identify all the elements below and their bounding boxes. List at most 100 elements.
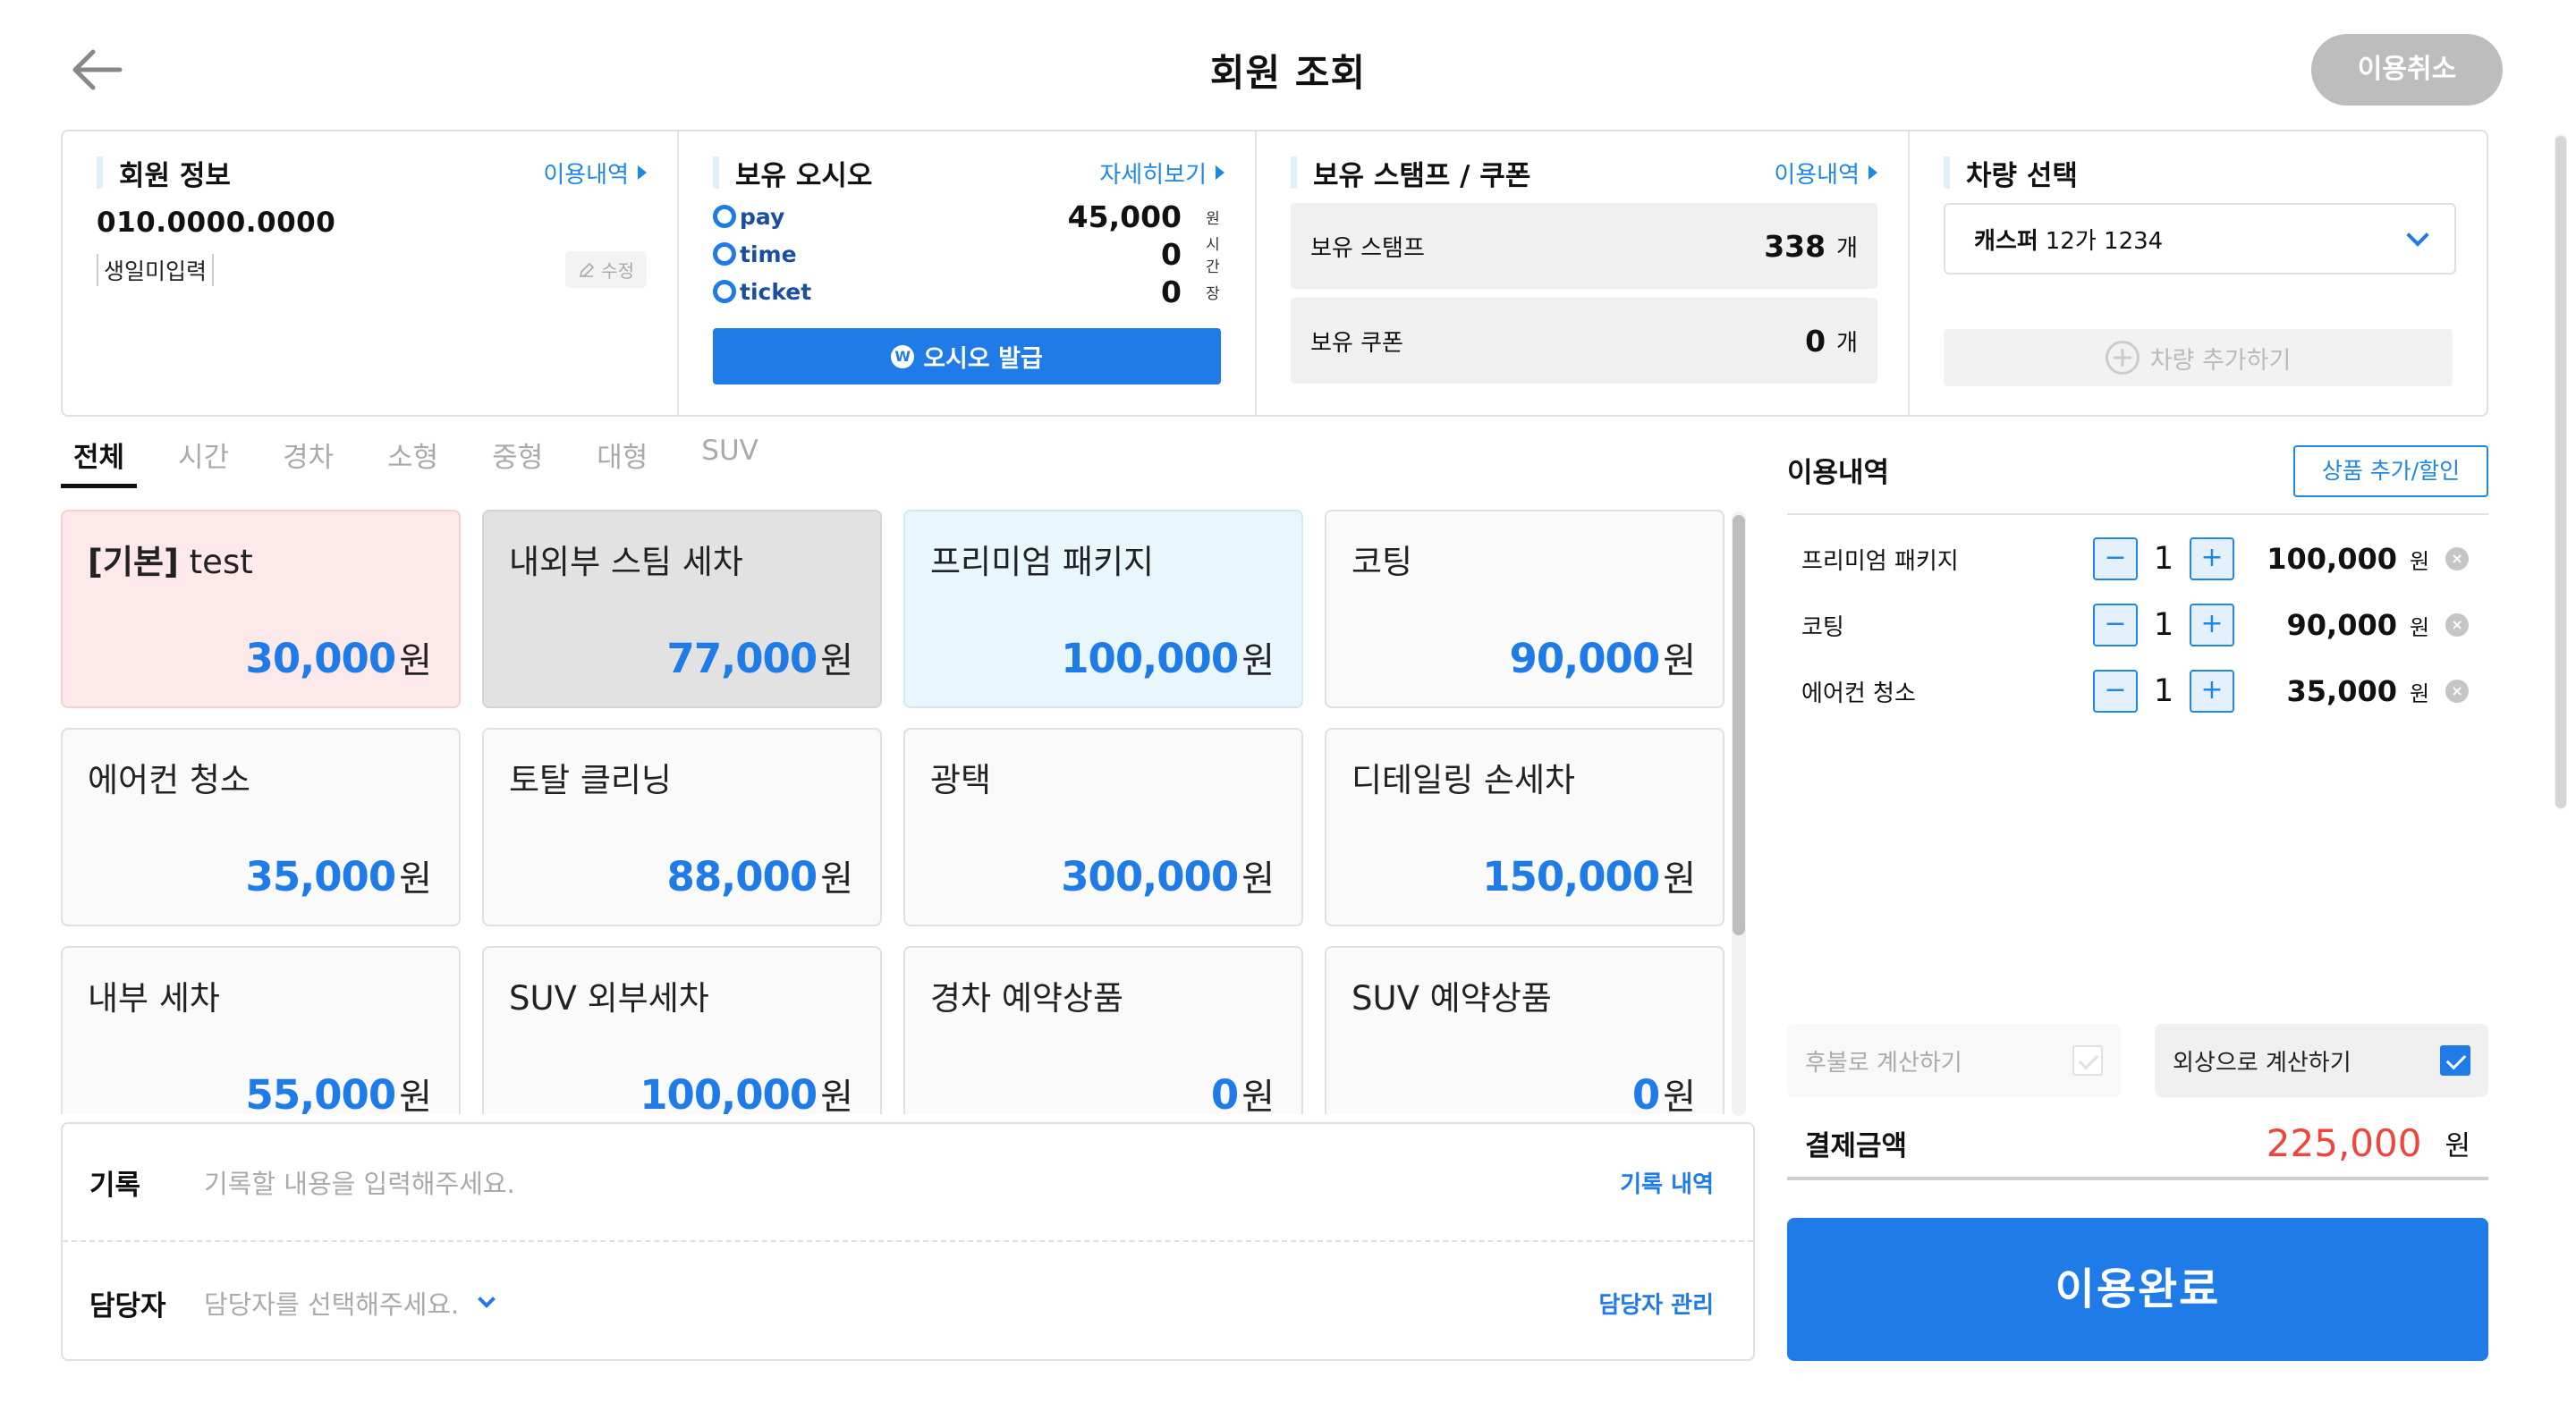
product-price-value: 88,000 xyxy=(666,853,818,900)
product-card[interactable]: SUV 외부세차 100,000 원 xyxy=(482,946,882,1114)
product-name-row: 내부 세차 xyxy=(88,971,434,1019)
osio-row-unit: 시간 xyxy=(1206,236,1220,276)
usage-list: 프리미엄 패키지 − 1 + 100,000 원 × 코팅 − 1 + 90,0… xyxy=(1787,526,2488,724)
product-card[interactable]: 에어컨 청소 35,000 원 xyxy=(61,728,461,926)
deferred-payment-option[interactable]: 후불로 계산하기 xyxy=(1787,1024,2121,1097)
product-card[interactable]: 디테일링 손세차 150,000 원 xyxy=(1325,728,1724,926)
tab-suv[interactable]: SUV xyxy=(689,427,771,490)
page-title: 회원 조회 xyxy=(1209,51,1367,95)
product-price-value: 150,000 xyxy=(1482,853,1660,900)
product-price-value: 77,000 xyxy=(666,635,818,682)
product-card[interactable]: 경차 예약상품 0 원 xyxy=(903,946,1303,1114)
decrease-qty-button[interactable]: − xyxy=(2093,670,2138,713)
remove-item-icon[interactable]: × xyxy=(2445,547,2470,570)
product-name-row: 광택 xyxy=(930,753,1276,801)
product-card[interactable]: 내부 세차 55,000 원 xyxy=(61,946,461,1114)
usage-item-qty: 1 xyxy=(2153,673,2174,709)
product-price: 88,000 원 xyxy=(667,849,853,901)
remove-item-icon[interactable]: × xyxy=(2445,613,2470,637)
osio-issue-button[interactable]: W 오시오 발급 xyxy=(713,328,1221,384)
product-name: 코팅 xyxy=(1352,543,1413,581)
stamp-coupon-section: 보유 스탬프 / 쿠폰 이용내역 보유 스탬프 338 개 보유 쿠폰 0 개 xyxy=(1257,131,1910,415)
usage-item-price: 35,000 xyxy=(2286,674,2397,708)
staff-placeholder: 담당자를 선택해주세요. xyxy=(204,1289,460,1320)
product-card[interactable]: [기본] test 30,000 원 xyxy=(61,510,461,708)
osio-row-value: 0 xyxy=(1161,236,1182,272)
product-name: SUV 외부세차 xyxy=(509,979,709,1018)
product-card[interactable]: 내외부 스팀 세차 77,000 원 xyxy=(482,510,882,708)
staff-select[interactable]: 담당자를 선택해주세요. xyxy=(204,1284,1598,1322)
usage-item: 프리미엄 패키지 − 1 + 100,000 원 × xyxy=(1787,526,2488,592)
circle-icon xyxy=(713,242,736,266)
cancel-usage-button[interactable]: 이용취소 xyxy=(2311,34,2503,106)
member-history-link[interactable]: 이용내역 xyxy=(543,156,647,190)
credit-payment-option[interactable]: 외상으로 계산하기 xyxy=(2155,1024,2488,1097)
add-product-discount-button[interactable]: 상품 추가/할인 xyxy=(2293,445,2488,497)
tab-large[interactable]: 대형 xyxy=(584,427,660,490)
product-card[interactable]: 광택 300,000 원 xyxy=(903,728,1303,926)
staff-manage-link[interactable]: 담당자 관리 xyxy=(1598,1287,1714,1320)
product-price: 30,000 원 xyxy=(246,631,432,683)
tab-small[interactable]: 소형 xyxy=(375,427,451,490)
product-price-value: 300,000 xyxy=(1061,853,1239,900)
product-price-value: 55,000 xyxy=(245,1071,397,1114)
usage-item-qty: 1 xyxy=(2153,541,2174,577)
complete-usage-button[interactable]: 이용완료 xyxy=(1787,1218,2488,1361)
page-scrollbar-thumb[interactable] xyxy=(2555,136,2566,808)
tab-compact[interactable]: 경차 xyxy=(270,427,346,490)
edit-member-button[interactable]: 수정 xyxy=(565,251,647,288)
product-card[interactable]: 프리미엄 패키지 100,000 원 xyxy=(903,510,1303,708)
product-price-currency: 원 xyxy=(1241,858,1275,900)
remove-item-icon[interactable]: × xyxy=(2445,680,2470,703)
product-price-currency: 원 xyxy=(1663,858,1696,900)
stamp-value: 338 xyxy=(1764,228,1826,264)
product-scrollbar-thumb[interactable] xyxy=(1733,515,1745,935)
product-name-row: 내외부 스팀 세차 xyxy=(509,535,855,583)
product-price-currency: 원 xyxy=(399,640,432,681)
osio-logo-icon: W xyxy=(891,344,915,368)
vehicle-section: 차량 선택 캐스퍼 12가 1234 차량 추가하기 xyxy=(1910,131,2487,415)
product-card[interactable]: 토탈 클리닝 88,000 원 xyxy=(482,728,882,926)
add-vehicle-button[interactable]: 차량 추가하기 xyxy=(1944,329,2453,386)
product-card[interactable]: 코팅 90,000 원 xyxy=(1325,510,1724,708)
product-price-value: 0 xyxy=(1631,1071,1660,1114)
deferred-payment-checkbox[interactable] xyxy=(2072,1045,2103,1076)
osio-detail-link[interactable]: 자세히보기 xyxy=(1099,156,1224,190)
increase-qty-button[interactable]: + xyxy=(2190,670,2234,713)
product-name-row: 코팅 xyxy=(1352,535,1698,583)
usage-item-name: 코팅 xyxy=(1801,613,1844,641)
product-price-currency: 원 xyxy=(399,1077,432,1114)
decrease-qty-button[interactable]: − xyxy=(2093,537,2138,580)
stamp-label: 보유 스탬프 xyxy=(1310,234,1425,262)
tab-all[interactable]: 전체 xyxy=(61,427,138,490)
increase-qty-button[interactable]: + xyxy=(2190,604,2234,646)
credit-payment-checkbox[interactable] xyxy=(2440,1045,2470,1076)
product-price: 100,000 원 xyxy=(640,1068,853,1114)
product-card[interactable]: SUV 예약상품 0 원 xyxy=(1325,946,1724,1114)
product-price-currency: 원 xyxy=(1241,1077,1275,1114)
product-price-value: 30,000 xyxy=(245,635,397,682)
stamp-history-link[interactable]: 이용내역 xyxy=(1774,156,1877,190)
chevron-down-icon xyxy=(2406,224,2429,247)
stamp-coupon-title: 보유 스탬프 / 쿠폰 xyxy=(1291,153,1530,193)
tab-time[interactable]: 시간 xyxy=(165,427,242,490)
osio-row-time: time 0 시간 xyxy=(713,235,1224,276)
decrease-qty-button[interactable]: − xyxy=(2093,604,2138,646)
increase-qty-button[interactable]: + xyxy=(2190,537,2234,580)
tab-midsize[interactable]: 중형 xyxy=(479,427,555,490)
memo-panel: 기록 기록할 내용을 입력해주세요. 기록 내역 담당자 담당자를 선택해주세요… xyxy=(61,1122,1755,1361)
osio-row-pay: pay 45,000 원 xyxy=(713,198,1224,235)
vehicle-select[interactable]: 캐스퍼 12가 1234 xyxy=(1944,203,2456,275)
product-name: test xyxy=(189,543,253,581)
member-info-title: 회원 정보 xyxy=(97,153,231,193)
osio-row-unit: 원 xyxy=(1206,209,1220,228)
product-name-row: SUV 외부세차 xyxy=(509,971,855,1019)
product-name-row: 경차 예약상품 xyxy=(930,971,1276,1019)
product-price-currency: 원 xyxy=(820,1077,853,1114)
record-input[interactable]: 기록할 내용을 입력해주세요. xyxy=(204,1163,1620,1201)
product-price: 150,000 원 xyxy=(1482,849,1696,901)
record-history-link[interactable]: 기록 내역 xyxy=(1620,1166,1714,1199)
car-plate: 12가 1234 xyxy=(2045,227,2164,255)
member-phone: 010.0000.0000 xyxy=(97,207,336,239)
circle-icon xyxy=(713,205,736,228)
